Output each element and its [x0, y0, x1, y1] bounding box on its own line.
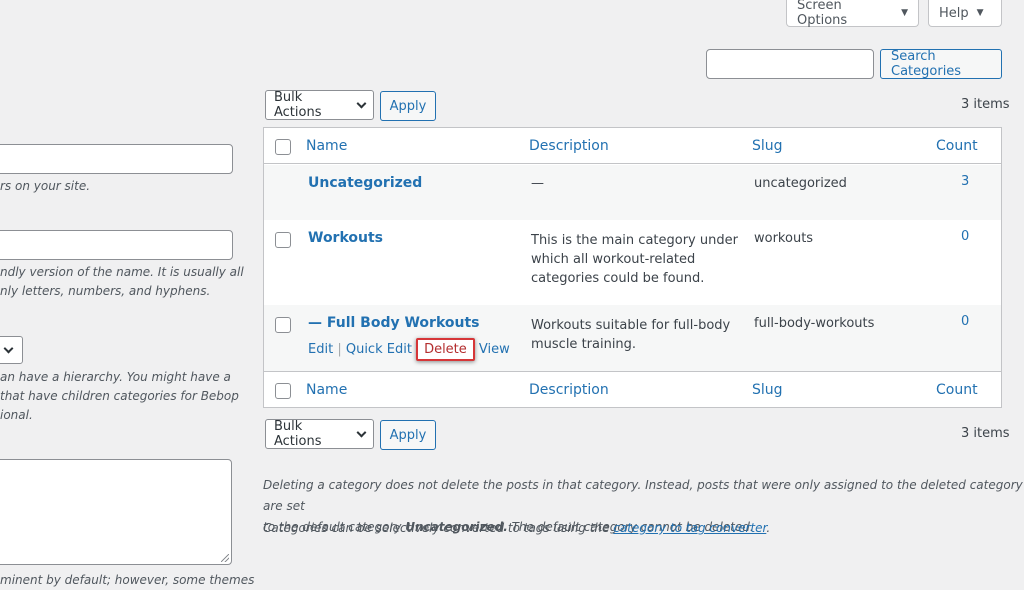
chevron-down-icon — [356, 98, 367, 108]
column-description-header[interactable]: Description — [529, 138, 609, 154]
search-input[interactable] — [706, 49, 874, 79]
category-name-link[interactable]: Uncategorized — [308, 175, 422, 191]
select-all-checkbox[interactable] — [275, 139, 291, 155]
slug-help-text: ndly version of the name. It is usually … — [0, 263, 244, 301]
screen-options-button[interactable]: Screen Options ▼ — [786, 0, 919, 28]
help-line: ndly version of the name. It is usually … — [0, 265, 244, 279]
items-count-bottom: 3 items — [961, 426, 1010, 441]
separator: | — [337, 342, 346, 357]
description-line: This is the main category under — [531, 233, 738, 248]
category-slug: uncategorized — [754, 176, 847, 191]
bulk-actions-label: Bulk Actions — [274, 419, 322, 449]
parent-help-text: an have a hierarchy. You might have a th… — [0, 368, 239, 425]
table-footer: Name Description Slug Count — [264, 371, 1001, 407]
category-name-link[interactable]: — Full Body Workouts — [308, 315, 480, 331]
category-count-link[interactable]: 0 — [961, 229, 969, 244]
help-label: Help — [939, 5, 969, 21]
category-slug-input[interactable] — [0, 230, 233, 260]
bulk-actions-select-bottom[interactable]: Bulk Actions — [265, 419, 374, 449]
row-actions: Edit | Quick Edit Delete View — [308, 338, 510, 361]
chevron-down-icon — [356, 427, 367, 437]
delete-link[interactable]: Delete — [416, 338, 475, 361]
bulk-actions-label: Bulk Actions — [274, 90, 322, 120]
note-text: . — [766, 521, 771, 535]
apply-button-top[interactable]: Apply — [380, 91, 436, 121]
category-slug: full-body-workouts — [754, 316, 875, 331]
help-line: that have children categories for Bebop — [0, 389, 239, 403]
bulk-actions-select-top[interactable]: Bulk Actions — [265, 90, 374, 120]
description-line: which all workout-related — [531, 252, 696, 267]
select-all-checkbox-footer[interactable] — [275, 383, 291, 399]
help-button[interactable]: Help ▼ — [928, 0, 1002, 27]
category-count-link[interactable]: 0 — [961, 314, 969, 329]
row-checkbox[interactable] — [275, 317, 291, 333]
help-line: an have a hierarchy. You might have a — [0, 370, 231, 384]
name-help-text: rs on your site. — [0, 179, 91, 193]
category-description: This is the main category under which al… — [531, 231, 738, 288]
chevron-down-icon — [3, 343, 14, 354]
category-description: — — [531, 176, 544, 191]
category-count-link[interactable]: 3 — [961, 174, 969, 189]
items-count-top: 3 items — [961, 97, 1010, 112]
table-row: — Full Body Workouts Edit | Quick Edit D… — [264, 305, 1001, 371]
column-count-header[interactable]: Count — [936, 138, 978, 154]
column-count-footer[interactable]: Count — [936, 382, 978, 398]
table-header: Name Description Slug Count — [264, 128, 1001, 164]
row-checkbox[interactable] — [275, 232, 291, 248]
column-description-footer[interactable]: Description — [529, 382, 609, 398]
note-text: Categories can be selectively converted … — [263, 521, 614, 535]
column-name-footer[interactable]: Name — [306, 382, 347, 398]
converter-note: Categories can be selectively converted … — [263, 518, 770, 539]
parent-category-select[interactable] — [0, 336, 23, 364]
column-slug-footer[interactable]: Slug — [752, 382, 783, 398]
view-link[interactable]: View — [479, 342, 510, 357]
table-row: Workouts This is the main category under… — [264, 220, 1001, 305]
help-line: nly letters, numbers, and hyphens. — [0, 284, 211, 298]
quick-edit-link[interactable]: Quick Edit — [346, 342, 412, 357]
column-name-header[interactable]: Name — [306, 138, 347, 154]
note-line: Deleting a category does not delete the … — [263, 478, 1023, 513]
edit-link[interactable]: Edit — [308, 342, 333, 357]
category-description: Workouts suitable for full-body muscle t… — [531, 316, 730, 354]
caret-down-icon: ▼ — [901, 8, 908, 18]
table-row: Uncategorized — uncategorized 3 — [264, 165, 1001, 220]
category-name-input[interactable] — [0, 144, 233, 174]
description-help-text: minent by default; however, some themes — [0, 573, 255, 587]
search-categories-button[interactable]: Search Categories — [880, 49, 1002, 79]
caret-down-icon: ▼ — [976, 8, 984, 18]
category-to-tag-converter-link[interactable]: category to tag converter — [613, 521, 766, 535]
resize-handle-icon[interactable] — [221, 554, 229, 562]
description-line: categories could be found. — [531, 271, 705, 286]
category-slug: workouts — [754, 231, 814, 246]
help-line: ional. — [0, 408, 33, 422]
category-name-link[interactable]: Workouts — [308, 230, 383, 246]
description-line: muscle training. — [531, 337, 637, 352]
categories-table: Name Description Slug Count Uncategorize… — [263, 127, 1002, 408]
column-slug-header[interactable]: Slug — [752, 138, 783, 154]
screen-options-label: Screen Options — [797, 0, 848, 28]
category-description-textarea[interactable] — [0, 459, 232, 565]
apply-button-bottom[interactable]: Apply — [380, 420, 436, 450]
description-line: Workouts suitable for full-body — [531, 318, 731, 333]
